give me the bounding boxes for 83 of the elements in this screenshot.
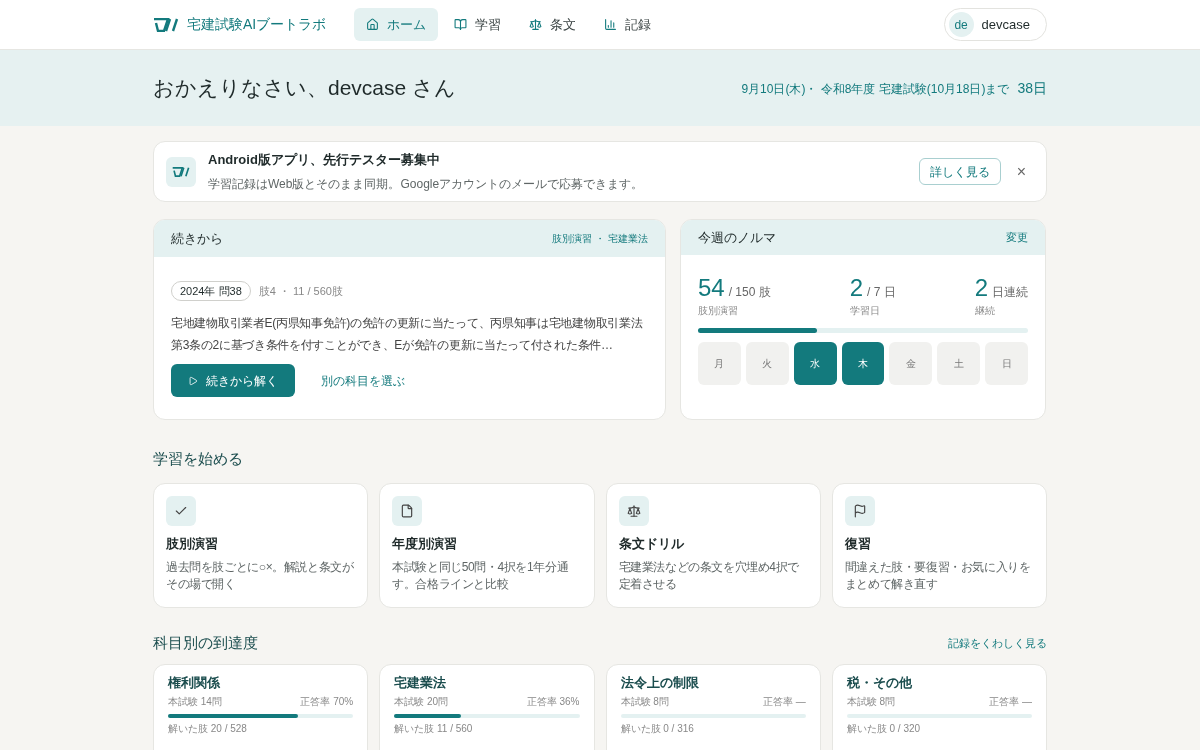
accuracy-rate: 正答率 — bbox=[762, 695, 806, 708]
subject-card[interactable]: 権利関係 本試験 14問 正答率 70% 解いた肢 20 / 528 bbox=[153, 664, 369, 750]
logo-icon bbox=[172, 166, 190, 177]
stat-label: 学習日 bbox=[849, 304, 881, 318]
day-tile: 火 bbox=[745, 342, 789, 385]
user-name: devcase bbox=[981, 15, 1030, 34]
section-title: 学習を始める bbox=[153, 449, 244, 469]
mode-card[interactable]: 肢別演習 過去問を肢ごとに○×。解説と条文がその場で開く bbox=[153, 482, 369, 608]
bar-chart-icon bbox=[604, 18, 618, 31]
mode-description: 間違えた肢・要復習・お気に入りをまとめて解き直す bbox=[844, 559, 1032, 593]
exam-count: 本試験 14問 bbox=[168, 695, 222, 708]
greeting: おかえりなさい、devcase さん bbox=[153, 75, 457, 102]
accuracy-rate: 正答率 — bbox=[989, 695, 1032, 708]
day-tile: 月 bbox=[698, 342, 741, 385]
subject-name: 権利関係 bbox=[168, 675, 221, 691]
stat-unit: / 150 肢 bbox=[728, 284, 771, 301]
day-tile: 日 bbox=[985, 342, 1028, 385]
resume-button[interactable]: 続きから解く bbox=[171, 364, 295, 397]
day-tile: 木 bbox=[841, 342, 885, 385]
solved-count: 解いた肢 0 / 316 bbox=[620, 722, 695, 735]
stat-value: 2 bbox=[849, 275, 863, 301]
exam-date: 9月10日(木)・ 令和8年度 宅建試験(10月18日)まで bbox=[741, 80, 1010, 98]
day-tile: 水 bbox=[793, 342, 837, 385]
question-text: 宅地建物取引業者E(丙県知事免許)の免許の更新に当たって、丙県知事は宅地建物取引業法第3条の2に基づき条件を付すことができ、Eが免許の更新に当たって付された条件… bbox=[171, 315, 644, 354]
accuracy-rate: 正答率 36% bbox=[526, 695, 580, 708]
day-tile: 金 bbox=[889, 342, 933, 385]
user-avatar: de bbox=[948, 12, 974, 37]
subject-card[interactable]: 宅建業法 本試験 20問 正答率 36% 解いた肢 11 / 560 bbox=[379, 664, 595, 750]
section-title: 科目別の到達度 bbox=[153, 632, 258, 653]
stat-unit: / 7 日 bbox=[867, 284, 896, 301]
card-title: 続きから bbox=[171, 229, 223, 248]
mode-title: 年度別演習 bbox=[392, 534, 459, 553]
subject-name: 法令上の制限 bbox=[620, 675, 700, 691]
play-icon bbox=[188, 375, 198, 386]
logo-icon bbox=[153, 17, 179, 32]
stat-value: 2 bbox=[974, 275, 988, 301]
mode-description: 過去問を肢ごとに○×。解説と条文がその場で開く bbox=[166, 559, 355, 593]
home-icon bbox=[366, 18, 380, 31]
solved-count: 解いた肢 0 / 320 bbox=[846, 722, 922, 735]
mode-title: 復習 bbox=[844, 534, 872, 553]
subject-name: 宅建業法 bbox=[394, 675, 448, 691]
mode-title: 条文ドリル bbox=[618, 534, 685, 553]
stat-value: 54 bbox=[698, 275, 725, 301]
nav-tab[interactable]: 学習 bbox=[442, 8, 514, 41]
subject-name: 税・その他 bbox=[846, 675, 913, 691]
solved-count: 解いた肢 11 / 560 bbox=[394, 722, 474, 735]
subject-card[interactable]: 法令上の制限 本試験 8問 正答率 — 解いた肢 0 / 316 bbox=[605, 664, 821, 750]
scale-icon bbox=[529, 18, 543, 31]
book-icon bbox=[454, 18, 468, 31]
brand-name[interactable]: 宅建試験AIブートラボ bbox=[187, 14, 327, 35]
subject-card[interactable]: 税・その他 本試験 8問 正答率 — 解いた肢 0 / 320 bbox=[831, 664, 1047, 750]
stat-unit: 日連続 bbox=[992, 284, 1028, 301]
mode-description: 宅建業法などの条文を穴埋め4択で定着させる bbox=[618, 559, 800, 593]
progress-text: 肢4 ・ 11 / 560肢 bbox=[258, 283, 343, 299]
choose-subject-link[interactable]: 別の科目を選ぶ bbox=[321, 371, 405, 390]
stat-label: 継続 bbox=[974, 304, 996, 318]
nav-tab[interactable]: 記録 bbox=[592, 8, 664, 41]
records-link[interactable]: 記録をくわしく見る bbox=[948, 634, 1047, 651]
mode-tag: 肢別演習 ・ 宅建業法 bbox=[552, 231, 648, 246]
exam-count: 本試験 20問 bbox=[394, 695, 449, 708]
close-button[interactable]: × bbox=[1016, 163, 1026, 180]
nav-tab[interactable]: 条文 bbox=[517, 8, 589, 41]
scale-icon bbox=[626, 503, 641, 518]
change-link[interactable]: 変更 bbox=[1006, 229, 1028, 246]
mode-card[interactable]: 復習 間違えた肢・要復習・お気に入りをまとめて解き直す bbox=[831, 482, 1047, 608]
stat-label: 肢別演習 bbox=[698, 304, 739, 318]
banner-title: Android版アプリ、先行テスター募集中 bbox=[208, 151, 441, 170]
banner-text: 学習記録はWeb版とそのまま同期。Googleアカウントのメールで応募できます。 bbox=[208, 175, 644, 193]
mode-description: 本試験と同じ50問・4択を1年分通す。合格ラインと比較 bbox=[392, 559, 570, 593]
card-title: 今週のノルマ bbox=[698, 228, 776, 247]
day-tile: 土 bbox=[937, 342, 981, 385]
mode-title: 肢別演習 bbox=[166, 534, 219, 553]
document-icon bbox=[400, 503, 415, 518]
mode-card[interactable]: 条文ドリル 宅建業法などの条文を穴埋め4択で定着させる bbox=[605, 482, 821, 608]
details-button[interactable]: 詳しく見る bbox=[918, 158, 1001, 185]
exam-count: 本試験 8問 bbox=[846, 695, 896, 708]
exam-count: 本試験 8問 bbox=[620, 695, 669, 708]
flag-icon bbox=[852, 503, 867, 518]
solved-count: 解いた肢 20 / 528 bbox=[168, 722, 248, 735]
accuracy-rate: 正答率 70% bbox=[300, 695, 354, 708]
mode-card[interactable]: 年度別演習 本試験と同じ50問・4択を1年分通す。合格ラインと比較 bbox=[379, 482, 595, 608]
nav-tab[interactable]: ホーム bbox=[354, 8, 439, 41]
days-left: 38日 bbox=[1017, 78, 1047, 98]
